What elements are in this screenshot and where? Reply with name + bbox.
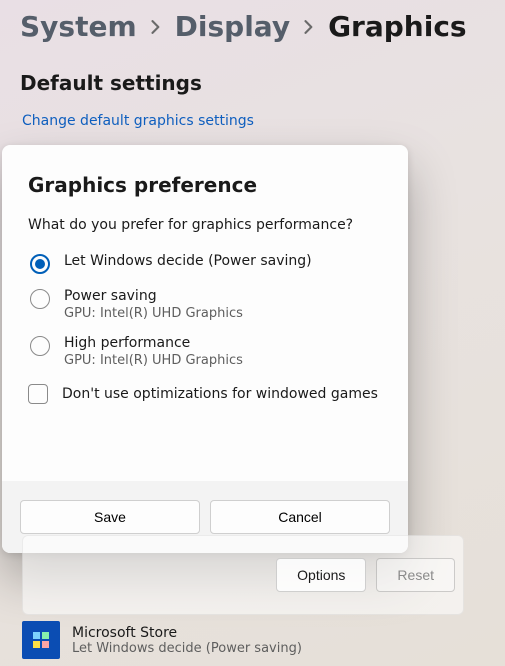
radio-icon [30,254,50,274]
radio-option-let-windows-decide[interactable]: Let Windows decide (Power saving) [28,251,382,276]
app-row-microsoft-store[interactable]: Microsoft Store Let Windows decide (Powe… [22,621,302,659]
chevron-right-icon [151,20,161,34]
reset-button[interactable]: Reset [376,558,455,592]
radio-label: High performance [64,335,243,351]
radio-label: Power saving [64,288,243,304]
graphics-preference-dialog: Graphics preference What do you prefer f… [2,145,408,553]
cancel-button[interactable]: Cancel [210,500,390,534]
radio-label: Let Windows decide (Power saving) [64,253,312,269]
dialog-title: Graphics preference [28,173,382,197]
app-name: Microsoft Store [72,625,302,641]
breadcrumb-item-display[interactable]: Display [175,10,290,43]
save-button[interactable]: Save [20,500,200,534]
breadcrumb-item-graphics: Graphics [328,10,467,43]
checkbox-icon [28,384,48,404]
change-default-graphics-link[interactable]: Change default graphics settings [0,99,254,129]
radio-option-power-saving[interactable]: Power saving GPU: Intel(R) UHD Graphics [28,286,382,323]
checkbox-windowed-games[interactable]: Don't use optimizations for windowed gam… [28,384,382,404]
app-preference: Let Windows decide (Power saving) [72,641,302,656]
options-button[interactable]: Options [276,558,366,592]
chevron-right-icon [304,20,314,34]
radio-hint: GPU: Intel(R) UHD Graphics [64,353,243,368]
breadcrumb: System Display Graphics [0,0,505,47]
app-settings-card: Options Reset [22,535,464,615]
microsoft-store-icon [22,621,60,659]
dialog-subtitle: What do you prefer for graphics performa… [28,217,382,233]
radio-hint: GPU: Intel(R) UHD Graphics [64,306,243,321]
checkbox-label: Don't use optimizations for windowed gam… [62,386,378,402]
radio-option-high-performance[interactable]: High performance GPU: Intel(R) UHD Graph… [28,333,382,370]
radio-icon [30,336,50,356]
breadcrumb-item-system[interactable]: System [20,10,137,43]
section-title: Default settings [0,47,505,99]
radio-icon [30,289,50,309]
